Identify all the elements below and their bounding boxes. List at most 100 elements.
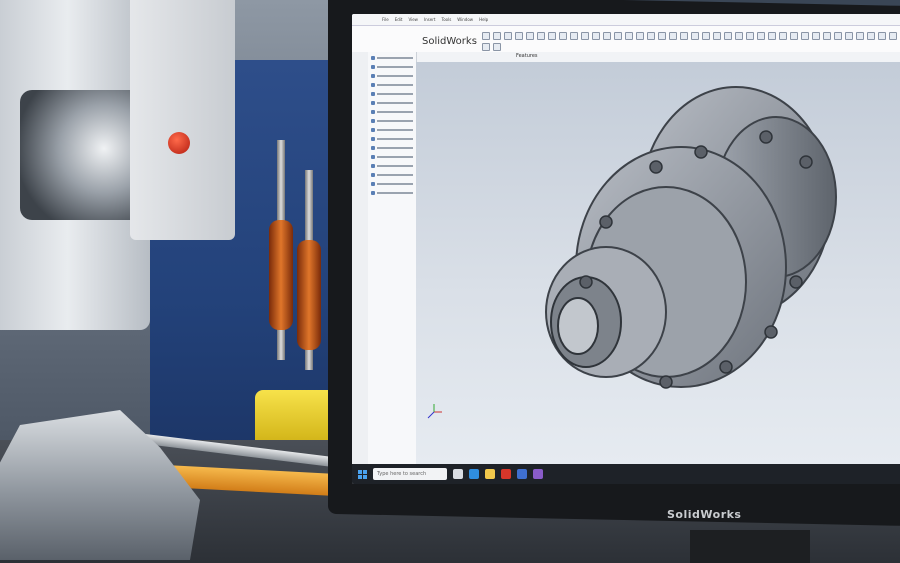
toolbar-icon[interactable] [878,32,886,40]
toolbar-icon[interactable] [713,32,721,40]
feature-label [377,56,413,59]
feature-tree-item[interactable] [371,180,413,187]
graphics-viewport[interactable] [416,62,900,464]
toolbar-icon[interactable] [680,32,688,40]
ribbon-toolbar: SolidWorks [352,26,900,53]
feature-tree-item[interactable] [371,117,413,124]
feature-tree-item[interactable] [371,171,413,178]
feature-label [377,173,413,176]
feature-tree-item[interactable] [371,135,413,142]
toolbar-icon[interactable] [647,32,655,40]
toolbar-icon[interactable] [581,32,589,40]
feature-label [377,119,413,122]
feature-icon [371,136,375,141]
menu-item-edit[interactable]: Edit [395,17,403,22]
toolbar-icon[interactable] [768,32,776,40]
toolbar-icon[interactable] [746,32,754,40]
ribbon-icon-group [482,32,900,51]
toolbar-icon[interactable] [724,32,732,40]
machine-cabinet [130,0,235,240]
feature-tree-item[interactable] [371,90,413,97]
feature-icon [371,172,375,177]
feature-label [377,74,413,77]
feature-icon [371,118,375,123]
toolbar-icon[interactable] [548,32,556,40]
feature-icon [371,163,375,168]
toolbar-icon[interactable] [603,32,611,40]
feature-tree-item[interactable] [371,144,413,151]
toolbar-icon[interactable] [559,32,567,40]
toolbar-icon[interactable] [823,32,831,40]
toolbar-icon[interactable] [482,32,490,40]
feature-icon [371,145,375,150]
feature-label [377,92,413,95]
feature-tree-item[interactable] [371,153,413,160]
toolbar-icon[interactable] [757,32,765,40]
menu-item-help[interactable]: Help [479,17,488,22]
task-pane-strip[interactable] [352,52,369,464]
feature-icon [371,91,375,96]
toolbar-icon[interactable] [790,32,798,40]
toolbar-icon[interactable] [592,32,600,40]
feature-label [377,137,413,140]
toolbar-icon[interactable] [658,32,666,40]
toolbar-icon[interactable] [845,32,853,40]
solidworks-icon[interactable] [501,469,511,479]
toolbar-icon[interactable] [504,32,512,40]
feature-tree-item[interactable] [371,81,413,88]
app-icon-2[interactable] [533,469,543,479]
feature-icon [371,100,375,105]
toolbar-icon[interactable] [570,32,578,40]
toolbar-icon[interactable] [834,32,842,40]
taskbar-apps [453,469,543,479]
toolbar-icon[interactable] [493,43,501,51]
toolbar-icon[interactable] [867,32,875,40]
feature-label [377,101,413,104]
feature-icon [371,109,375,114]
screwdriver-handle [297,240,321,350]
toolbar-icon[interactable] [482,43,490,51]
toolbar-icon[interactable] [537,32,545,40]
feature-tree-item[interactable] [371,108,413,115]
feature-tree-item[interactable] [371,189,413,196]
task-view-icon[interactable] [453,469,463,479]
feature-manager-tree [368,52,417,464]
feature-tree-item[interactable] [371,99,413,106]
toolbar-icon[interactable] [812,32,820,40]
toolbar-icon[interactable] [735,32,743,40]
feature-tree-item[interactable] [371,63,413,70]
start-button-icon[interactable] [358,469,367,479]
toolbar-icon[interactable] [636,32,644,40]
menu-item-view[interactable]: View [408,17,418,22]
toolbar-icon[interactable] [625,32,633,40]
toolbar-icon[interactable] [614,32,622,40]
toolbar-icon[interactable] [691,32,699,40]
app-icon[interactable] [517,469,527,479]
axis-triad-icon [427,404,442,419]
toolbar-icon[interactable] [702,32,710,40]
menu-item-file[interactable]: File [382,17,389,22]
feature-tree-item[interactable] [371,126,413,133]
toolbar-icon[interactable] [669,32,677,40]
toolbar-icon[interactable] [493,32,501,40]
cad-part-model[interactable] [516,82,876,412]
feature-icon [371,64,375,69]
menu-item-insert[interactable]: Insert [424,17,435,22]
feature-icon [371,127,375,132]
feature-tree-item[interactable] [371,162,413,169]
taskbar-search-input[interactable]: Type here to search [373,468,447,480]
menu-item-tools[interactable]: Tools [441,17,451,22]
feature-icon [371,181,375,186]
browser-icon[interactable] [469,469,479,479]
toolbar-icon[interactable] [515,32,523,40]
toolbar-icon[interactable] [779,32,787,40]
menu-item-window[interactable]: Window [457,17,473,22]
toolbar-icon[interactable] [526,32,534,40]
feature-tree-item[interactable] [371,72,413,79]
toolbar-icon[interactable] [856,32,864,40]
tab-features[interactable]: Features [516,53,538,59]
feature-tree-item[interactable] [371,54,413,61]
toolbar-icon[interactable] [889,32,897,40]
file-explorer-icon[interactable] [485,469,495,479]
toolbar-icon[interactable] [801,32,809,40]
